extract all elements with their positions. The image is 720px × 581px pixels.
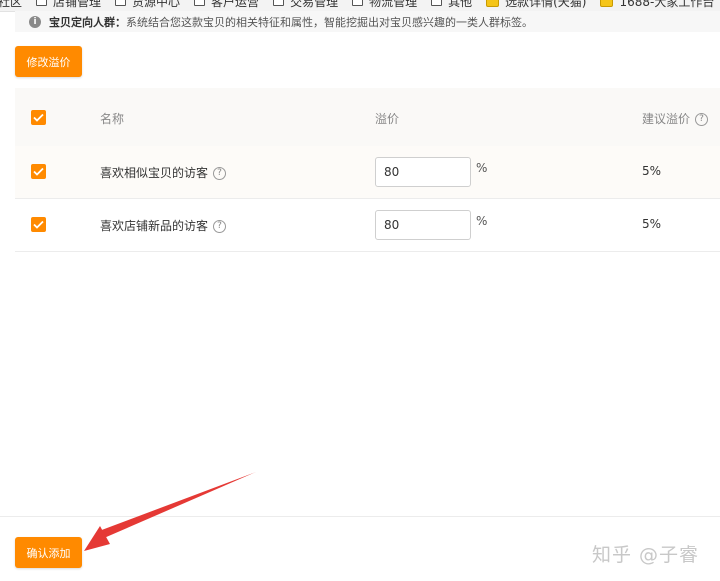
zhihu-watermark: 知乎 @子睿 [592, 544, 700, 566]
annotation-arrow [84, 472, 256, 551]
